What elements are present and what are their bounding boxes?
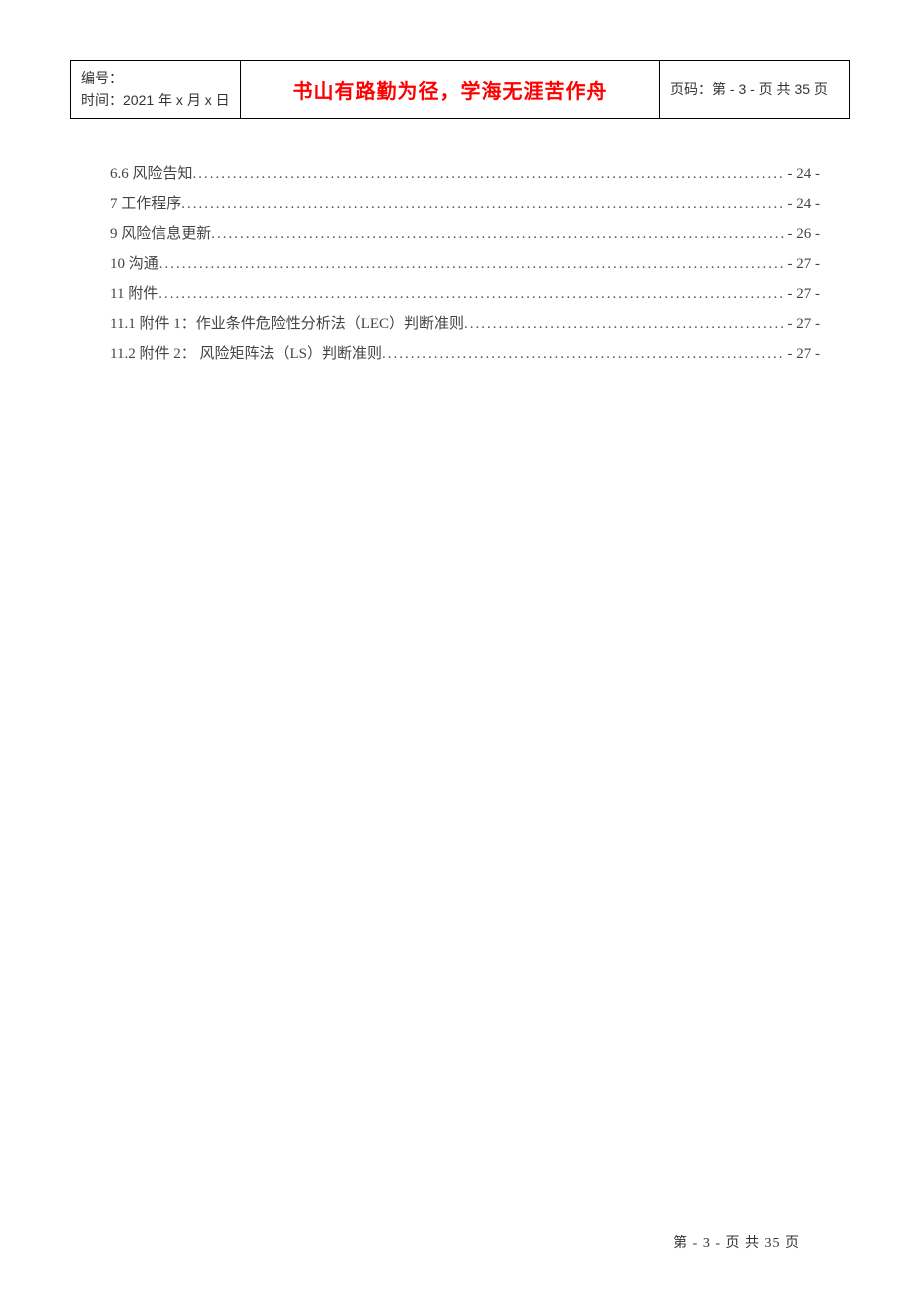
toc-leader-dots	[159, 249, 784, 279]
doc-number-label: 编号：	[81, 67, 230, 89]
time-label: 时间：2021 年 x 月 x 日	[81, 89, 230, 111]
header-table: 编号： 时间：2021 年 x 月 x 日 书山有路勤为径，学海无涯苦作舟 页码…	[70, 60, 850, 119]
toc-page-number: - 27 -	[784, 309, 821, 339]
toc-page-number: - 27 -	[784, 249, 821, 279]
toc-page-number: - 26 -	[784, 219, 821, 249]
table-of-contents: 6.6 风险告知 - 24 - 7 工作程序 - 24 - 9 风险信息更新 -…	[70, 159, 850, 369]
toc-leader-dots	[464, 309, 783, 339]
toc-label: 11.2 附件 2： 风险矩阵法（LS）判断准则	[110, 339, 382, 369]
header-motto: 书山有路勤为径，学海无涯苦作舟	[293, 81, 608, 103]
toc-leader-dots	[211, 219, 783, 249]
toc-label: 7 工作程序	[110, 189, 181, 219]
toc-page-number: - 24 -	[784, 159, 821, 189]
page-info: 页码：第 - 3 - 页 共 35 页	[670, 81, 828, 97]
toc-leader-dots	[158, 279, 783, 309]
toc-entry: 11 附件 - 27 -	[110, 279, 820, 309]
toc-page-number: - 24 -	[784, 189, 821, 219]
toc-entry: 11.2 附件 2： 风险矩阵法（LS）判断准则 - 27 -	[110, 339, 820, 369]
toc-label: 11 附件	[110, 279, 158, 309]
toc-label: 11.1 附件 1：作业条件危险性分析法（LEC）判断准则	[110, 309, 464, 339]
toc-entry: 10 沟通 - 27 -	[110, 249, 820, 279]
toc-label: 10 沟通	[110, 249, 159, 279]
page-footer: 第 - 3 - 页 共 35 页	[673, 1232, 800, 1252]
toc-leader-dots	[193, 159, 784, 189]
toc-label: 6.6 风险告知	[110, 159, 193, 189]
toc-page-number: - 27 -	[784, 339, 821, 369]
toc-entry: 6.6 风险告知 - 24 -	[110, 159, 820, 189]
toc-entry: 7 工作程序 - 24 -	[110, 189, 820, 219]
header-right-cell: 页码：第 - 3 - 页 共 35 页	[660, 61, 850, 119]
toc-entry: 11.1 附件 1：作业条件危险性分析法（LEC）判断准则 - 27 -	[110, 309, 820, 339]
header-center-cell: 书山有路勤为径，学海无涯苦作舟	[241, 61, 660, 119]
toc-entry: 9 风险信息更新 - 26 -	[110, 219, 820, 249]
toc-leader-dots	[181, 189, 783, 219]
toc-page-number: - 27 -	[784, 279, 821, 309]
document-page: 编号： 时间：2021 年 x 月 x 日 书山有路勤为径，学海无涯苦作舟 页码…	[0, 0, 920, 1302]
toc-label: 9 风险信息更新	[110, 219, 211, 249]
toc-leader-dots	[382, 339, 784, 369]
header-left-cell: 编号： 时间：2021 年 x 月 x 日	[71, 61, 241, 119]
